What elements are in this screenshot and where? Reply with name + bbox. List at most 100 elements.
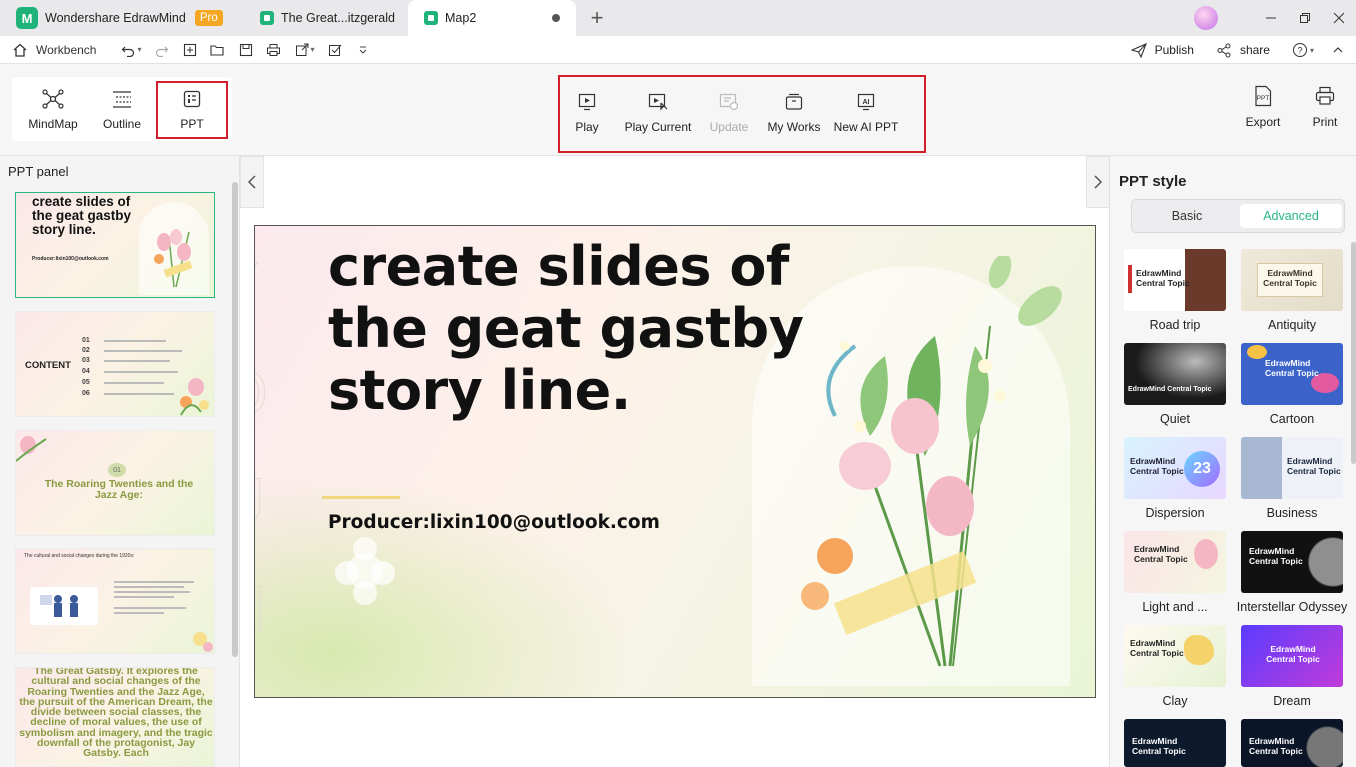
style-card-text: EdrawMind Central Topic: [1136, 268, 1190, 288]
dispersion-number-badge: 23: [1184, 451, 1220, 487]
slide-producer[interactable]: Producer:lixin100@outlook.com: [328, 512, 660, 533]
more-dropdown-icon[interactable]: [355, 42, 371, 58]
section-number: 01: [108, 463, 126, 477]
publish-button[interactable]: Publish: [1130, 42, 1194, 58]
style-card-extra-1[interactable]: EdrawMind Central Topic: [1124, 719, 1226, 767]
tab-advanced[interactable]: Advanced: [1240, 204, 1342, 228]
style-card-text: EdrawMind Central Topic: [1249, 546, 1303, 566]
print-quick-icon[interactable]: [266, 42, 282, 58]
export-ppt-icon: PPT: [1253, 84, 1273, 108]
maximize-icon: [1300, 13, 1310, 23]
flower-image: [193, 632, 213, 652]
document-tab-map2[interactable]: Map2: [408, 0, 576, 36]
print-button[interactable]: Print: [1306, 84, 1344, 138]
style-panel-scrollbar[interactable]: [1351, 242, 1356, 464]
style-card-light-and[interactable]: EdrawMind Central Topic: [1124, 531, 1226, 593]
style-label: Clay: [1162, 694, 1188, 708]
style-card-extra-2[interactable]: EdrawMind Central Topic: [1241, 719, 1343, 767]
outline-view-button[interactable]: Outline: [90, 77, 154, 141]
export-button[interactable]: PPT Export: [1242, 84, 1284, 138]
content-number: 04: [82, 368, 90, 375]
style-card-dispersion[interactable]: 23 EdrawMind Central Topic: [1124, 437, 1226, 499]
slide-title[interactable]: create slides of the geat gastby story l…: [328, 236, 808, 422]
share-icon: [1217, 43, 1231, 57]
style-card-road-trip[interactable]: EdrawMind Central Topic: [1124, 249, 1226, 311]
slide-thumbnail-heading: CONTENT: [25, 360, 71, 371]
slide-thumbnail-1[interactable]: create slides of the geat gastby story l…: [15, 192, 215, 298]
content-line: [104, 371, 178, 373]
text-line: [114, 596, 174, 598]
new-tab-button[interactable]: +: [582, 0, 612, 36]
help-button[interactable]: ? ▾: [1292, 42, 1314, 58]
style-card-text: EdrawMind Central Topic: [1249, 736, 1303, 756]
mindmap-view-button[interactable]: MindMap: [16, 77, 90, 141]
help-icon: ?: [1292, 43, 1307, 57]
pro-badge[interactable]: Pro: [194, 10, 223, 26]
collapse-left-panel-button[interactable]: [240, 156, 264, 208]
style-card-text: EdrawMind Central Topic: [1130, 456, 1184, 476]
mindmap-label: MindMap: [28, 117, 78, 131]
style-card-business[interactable]: EdrawMind Central Topic: [1241, 437, 1343, 499]
export-label: Export: [1245, 115, 1281, 129]
publish-label: Publish: [1154, 43, 1194, 57]
style-card-quiet[interactable]: EdrawMind Central Topic: [1124, 343, 1226, 405]
avatar[interactable]: [1194, 6, 1218, 30]
home-icon: [13, 43, 27, 57]
text-line: [114, 591, 190, 593]
presentation-highlight-box: [558, 75, 926, 153]
content-number: 01: [82, 337, 90, 344]
document-tab-label: Map2: [445, 11, 477, 25]
ppt-panel: PPT panel create slides of the geat gast…: [0, 156, 240, 767]
style-card-dream[interactable]: EdrawMind Central Topic: [1241, 625, 1343, 687]
ppt-style-panel: PPT style Basic Advanced EdrawMind Centr…: [1109, 156, 1356, 767]
mindmap-icon: [42, 87, 64, 111]
slide-thumbnail-title: The cultural and social changes during t…: [24, 553, 135, 559]
app-tab[interactable]: M Wondershare EdrawMind Pro: [0, 0, 244, 36]
slide-preview[interactable]: YOUNE create slides of the geat gastby s…: [254, 225, 1096, 698]
flower-bouquet-image: [139, 202, 209, 295]
ppt-panel-scrollbar[interactable]: [232, 182, 238, 657]
slide-thumbnail-2[interactable]: CONTENT 01 02 03 04 05 06: [15, 311, 215, 417]
redo-icon[interactable]: [154, 42, 170, 58]
style-label: Interstellar Odyssey: [1236, 600, 1348, 614]
export-dropdown-icon[interactable]: ▾: [311, 45, 315, 54]
flower-image: [180, 378, 209, 416]
workbench-button[interactable]: Workbench: [12, 42, 96, 58]
slide-thumbnail-5[interactable]: The Great Gatsby. It explores the cultur…: [15, 667, 215, 767]
send-icon: [1130, 42, 1147, 58]
slide-flower-outline-image: [335, 537, 395, 605]
style-card-antiquity[interactable]: EdrawMind Central Topic: [1241, 249, 1343, 311]
style-card-interstellar[interactable]: EdrawMind Central Topic: [1241, 531, 1343, 593]
minimize-button[interactable]: [1254, 0, 1288, 36]
export-quick-icon[interactable]: [294, 42, 310, 58]
style-card-text: EdrawMind Central Topic: [1130, 638, 1184, 658]
document-tab-great-gatsby[interactable]: The Great...itzgerald: [244, 0, 408, 36]
undo-dropdown-icon[interactable]: ▾: [137, 45, 141, 54]
svg-text:?: ?: [1297, 46, 1302, 56]
close-button[interactable]: [1322, 0, 1356, 36]
style-label: Antiquity: [1268, 318, 1316, 332]
collapse-ribbon-button[interactable]: [1332, 44, 1352, 56]
open-folder-icon[interactable]: [210, 42, 226, 58]
style-card-cartoon[interactable]: EdrawMind Central Topic: [1241, 343, 1343, 405]
unsaved-dot-icon[interactable]: [552, 14, 560, 22]
tab-basic[interactable]: Basic: [1136, 204, 1238, 228]
new-file-icon[interactable]: [182, 42, 198, 58]
close-icon: [1333, 12, 1345, 24]
task-check-icon[interactable]: [327, 42, 343, 58]
content-number: 05: [82, 379, 90, 386]
workbench-label: Workbench: [36, 42, 97, 57]
undo-icon[interactable]: [120, 42, 136, 58]
outline-icon: [112, 87, 132, 111]
maximize-button[interactable]: [1288, 0, 1322, 36]
clay-shape: [1184, 635, 1214, 665]
flower-shape: [1194, 539, 1218, 569]
slide-thumbnail-4[interactable]: The cultural and social changes during t…: [15, 548, 215, 654]
ppt-style-title: PPT style: [1119, 173, 1187, 190]
collapse-right-panel-button[interactable]: [1086, 156, 1110, 208]
content-line: [104, 382, 164, 384]
style-card-clay[interactable]: EdrawMind Central Topic: [1124, 625, 1226, 687]
slide-thumbnail-3[interactable]: 01 The Roaring Twenties and the Jazz Age…: [15, 430, 215, 536]
share-button[interactable]: share: [1216, 43, 1270, 58]
save-icon[interactable]: [238, 42, 254, 58]
